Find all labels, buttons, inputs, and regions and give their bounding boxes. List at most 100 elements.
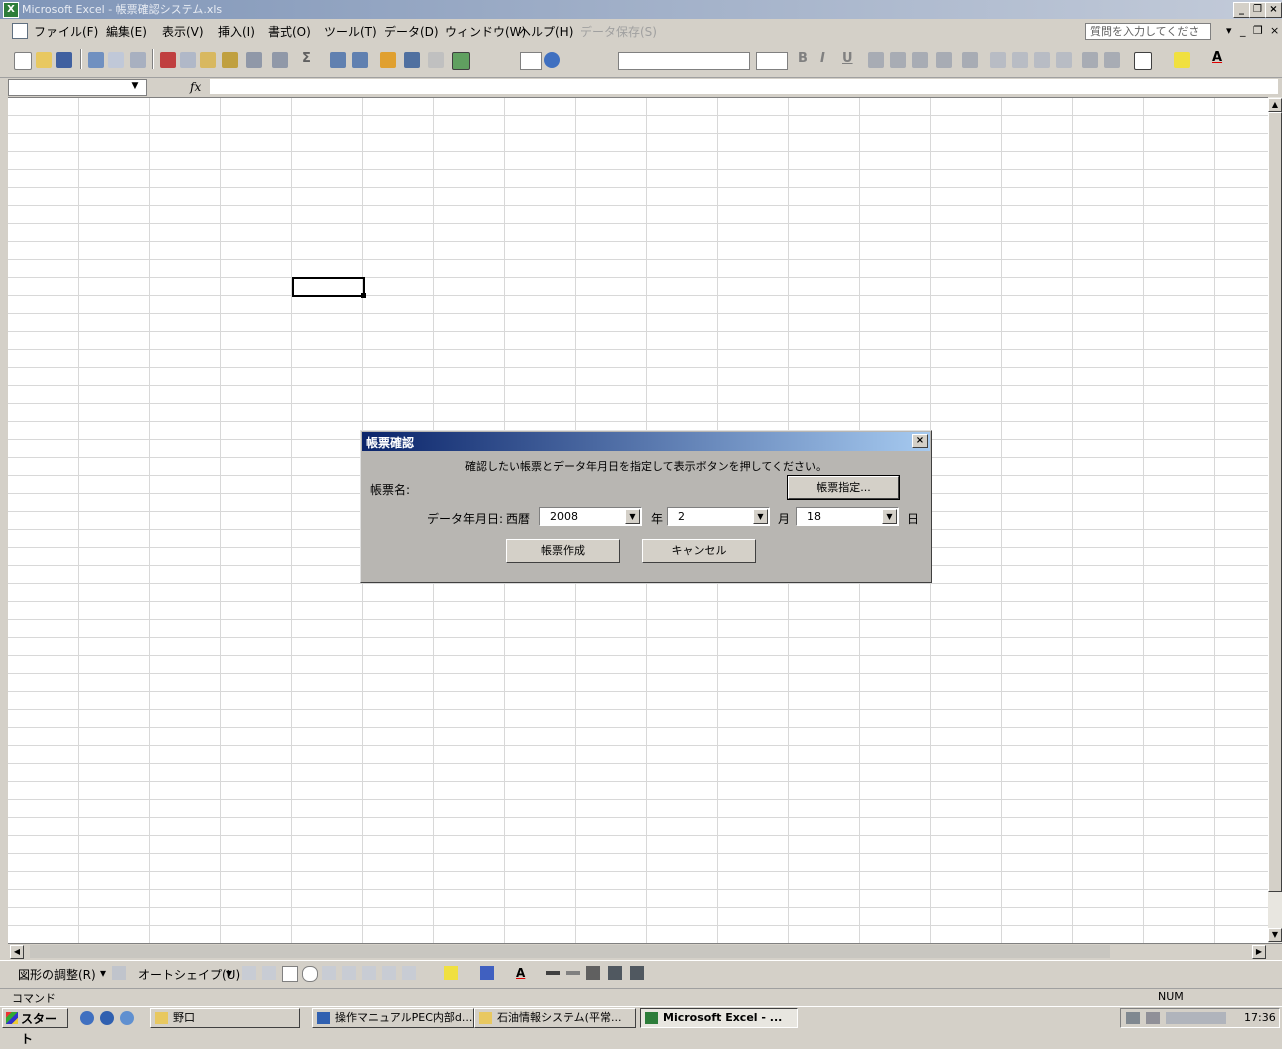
new-icon[interactable] (14, 52, 32, 70)
chevron-down-icon[interactable]: ▼ (882, 509, 897, 524)
font-color-icon[interactable]: A (1212, 49, 1222, 67)
comma-icon[interactable] (1012, 52, 1028, 68)
zoom-combo[interactable] (520, 52, 542, 70)
active-cell[interactable] (292, 277, 365, 297)
print-icon[interactable] (88, 52, 104, 68)
line-style-icon[interactable] (546, 971, 560, 975)
picture-icon[interactable] (402, 966, 416, 980)
language-bar-icon[interactable] (1166, 1012, 1226, 1024)
ime-icon[interactable] (1146, 1012, 1160, 1024)
menu-help[interactable]: ヘルプ(H) (519, 23, 573, 40)
menu-view[interactable]: 表示(V) (162, 23, 204, 40)
3d-icon[interactable] (630, 966, 644, 980)
specify-report-button[interactable]: 帳票指定... (787, 475, 900, 500)
decrease-decimal-icon[interactable] (1056, 52, 1072, 68)
align-right-icon[interactable] (912, 52, 928, 68)
copy-icon[interactable] (180, 52, 196, 68)
month-select[interactable]: 2 ▼ (667, 507, 770, 526)
increase-indent-icon[interactable] (1104, 52, 1120, 68)
doc-restore-icon[interactable]: ❐ (1253, 24, 1263, 37)
font-color-icon[interactable]: A (516, 966, 525, 980)
menu-tools[interactable]: ツール(T) (324, 23, 377, 40)
insert-function-icon[interactable]: fx (190, 80, 201, 94)
menu-data[interactable]: データ(D) (384, 23, 439, 40)
workbook-icon[interactable] (12, 23, 28, 39)
font-name-combo[interactable] (618, 52, 750, 70)
arrow-icon[interactable] (262, 966, 276, 980)
format-painter-icon[interactable] (222, 52, 238, 68)
scroll-up-icon[interactable]: ▲ (1268, 98, 1282, 112)
cut-icon[interactable] (160, 52, 176, 68)
question-dropdown-icon[interactable]: ▾ (1226, 24, 1232, 37)
chevron-down-icon[interactable]: ▾ (100, 966, 106, 980)
align-left-icon[interactable] (868, 52, 884, 68)
menu-insert[interactable]: 挿入(I) (218, 23, 255, 40)
zoom-icon[interactable] (452, 52, 470, 70)
horizontal-scrollbar[interactable] (30, 945, 1110, 958)
restore-icon[interactable]: ❐ (1249, 2, 1266, 18)
dash-style-icon[interactable] (566, 971, 580, 975)
paste-icon[interactable] (200, 52, 216, 68)
textbox-icon[interactable] (322, 966, 336, 980)
browser-icon[interactable] (100, 1011, 114, 1025)
keyboard-icon[interactable] (1126, 1012, 1140, 1024)
fill-handle[interactable] (361, 293, 366, 298)
taskbar-item-folder[interactable]: 野口 (150, 1008, 300, 1028)
name-box[interactable] (8, 79, 147, 96)
minimize-icon[interactable]: _ (1233, 2, 1250, 18)
menu-edit[interactable]: 編集(E) (106, 23, 147, 40)
undo-icon[interactable] (246, 52, 262, 68)
save-icon[interactable] (56, 52, 72, 68)
print-preview-icon[interactable] (108, 52, 124, 68)
question-input[interactable]: 質問を入力してください (1085, 23, 1211, 53)
increase-decimal-icon[interactable] (1034, 52, 1050, 68)
ie-icon[interactable] (120, 1011, 134, 1025)
merge-center-icon[interactable] (936, 52, 952, 68)
underline-icon[interactable]: U (842, 50, 853, 68)
autosum-icon[interactable]: Σ (302, 50, 311, 68)
scroll-down-icon[interactable]: ▼ (1268, 928, 1282, 942)
taskbar-item-word[interactable]: 操作マニュアルPEC内部d... (312, 1008, 474, 1028)
fill-color-icon[interactable] (444, 966, 458, 980)
year-select[interactable]: 2008 ▼ (539, 507, 642, 526)
oval-icon[interactable] (302, 966, 318, 982)
chevron-down-icon[interactable]: ▾ (226, 966, 232, 980)
excel-app-icon[interactable]: X (3, 2, 19, 18)
select-objects-icon[interactable] (112, 966, 126, 980)
sort-descending-icon[interactable] (352, 52, 368, 68)
autoshape-menu[interactable]: オートシェイプ(U) (138, 966, 240, 983)
arrow-style-icon[interactable] (586, 966, 600, 980)
drawing-icon[interactable] (404, 52, 420, 68)
doc-minimize-icon[interactable]: _ (1240, 24, 1246, 37)
draw-adjust-menu[interactable]: 図形の調整(R) (18, 966, 96, 983)
chevron-down-icon[interactable]: ▼ (753, 509, 768, 524)
bold-icon[interactable]: B (798, 50, 808, 68)
italic-icon[interactable]: I (820, 50, 825, 68)
taskbar-item-excel[interactable]: Microsoft Excel - ... (640, 1008, 798, 1028)
scroll-left-icon[interactable]: ◀ (10, 945, 24, 959)
taskbar-item-folder-system[interactable]: 石油情報システム(平常... (474, 1008, 636, 1028)
clipart-icon[interactable] (382, 966, 396, 980)
chevron-down-icon[interactable]: ▼ (625, 509, 640, 524)
rectangle-icon[interactable] (282, 966, 298, 982)
open-icon[interactable] (36, 52, 52, 68)
pointer-icon[interactable] (428, 52, 444, 68)
shadow-icon[interactable] (608, 966, 622, 980)
chevron-down-icon[interactable]: ▼ (128, 80, 142, 93)
outlook-icon[interactable] (80, 1011, 94, 1025)
cancel-button[interactable]: キャンセル (642, 539, 756, 563)
close-icon[interactable]: × (1265, 2, 1282, 18)
diagram-icon[interactable] (362, 966, 376, 980)
menu-format[interactable]: 書式(O) (268, 23, 311, 40)
wordart-icon[interactable] (342, 966, 356, 980)
menu-window[interactable]: ウィンドウ(W) (445, 23, 526, 40)
spelling-icon[interactable] (130, 52, 146, 68)
help-icon[interactable] (544, 52, 560, 68)
font-size-combo[interactable] (756, 52, 788, 70)
currency-icon[interactable] (962, 52, 978, 68)
borders-icon[interactable] (1134, 52, 1152, 70)
fill-color-icon[interactable] (1174, 52, 1190, 68)
sort-ascending-icon[interactable] (330, 52, 346, 68)
close-icon[interactable]: × (912, 434, 928, 448)
day-select[interactable]: 18 ▼ (796, 507, 899, 526)
